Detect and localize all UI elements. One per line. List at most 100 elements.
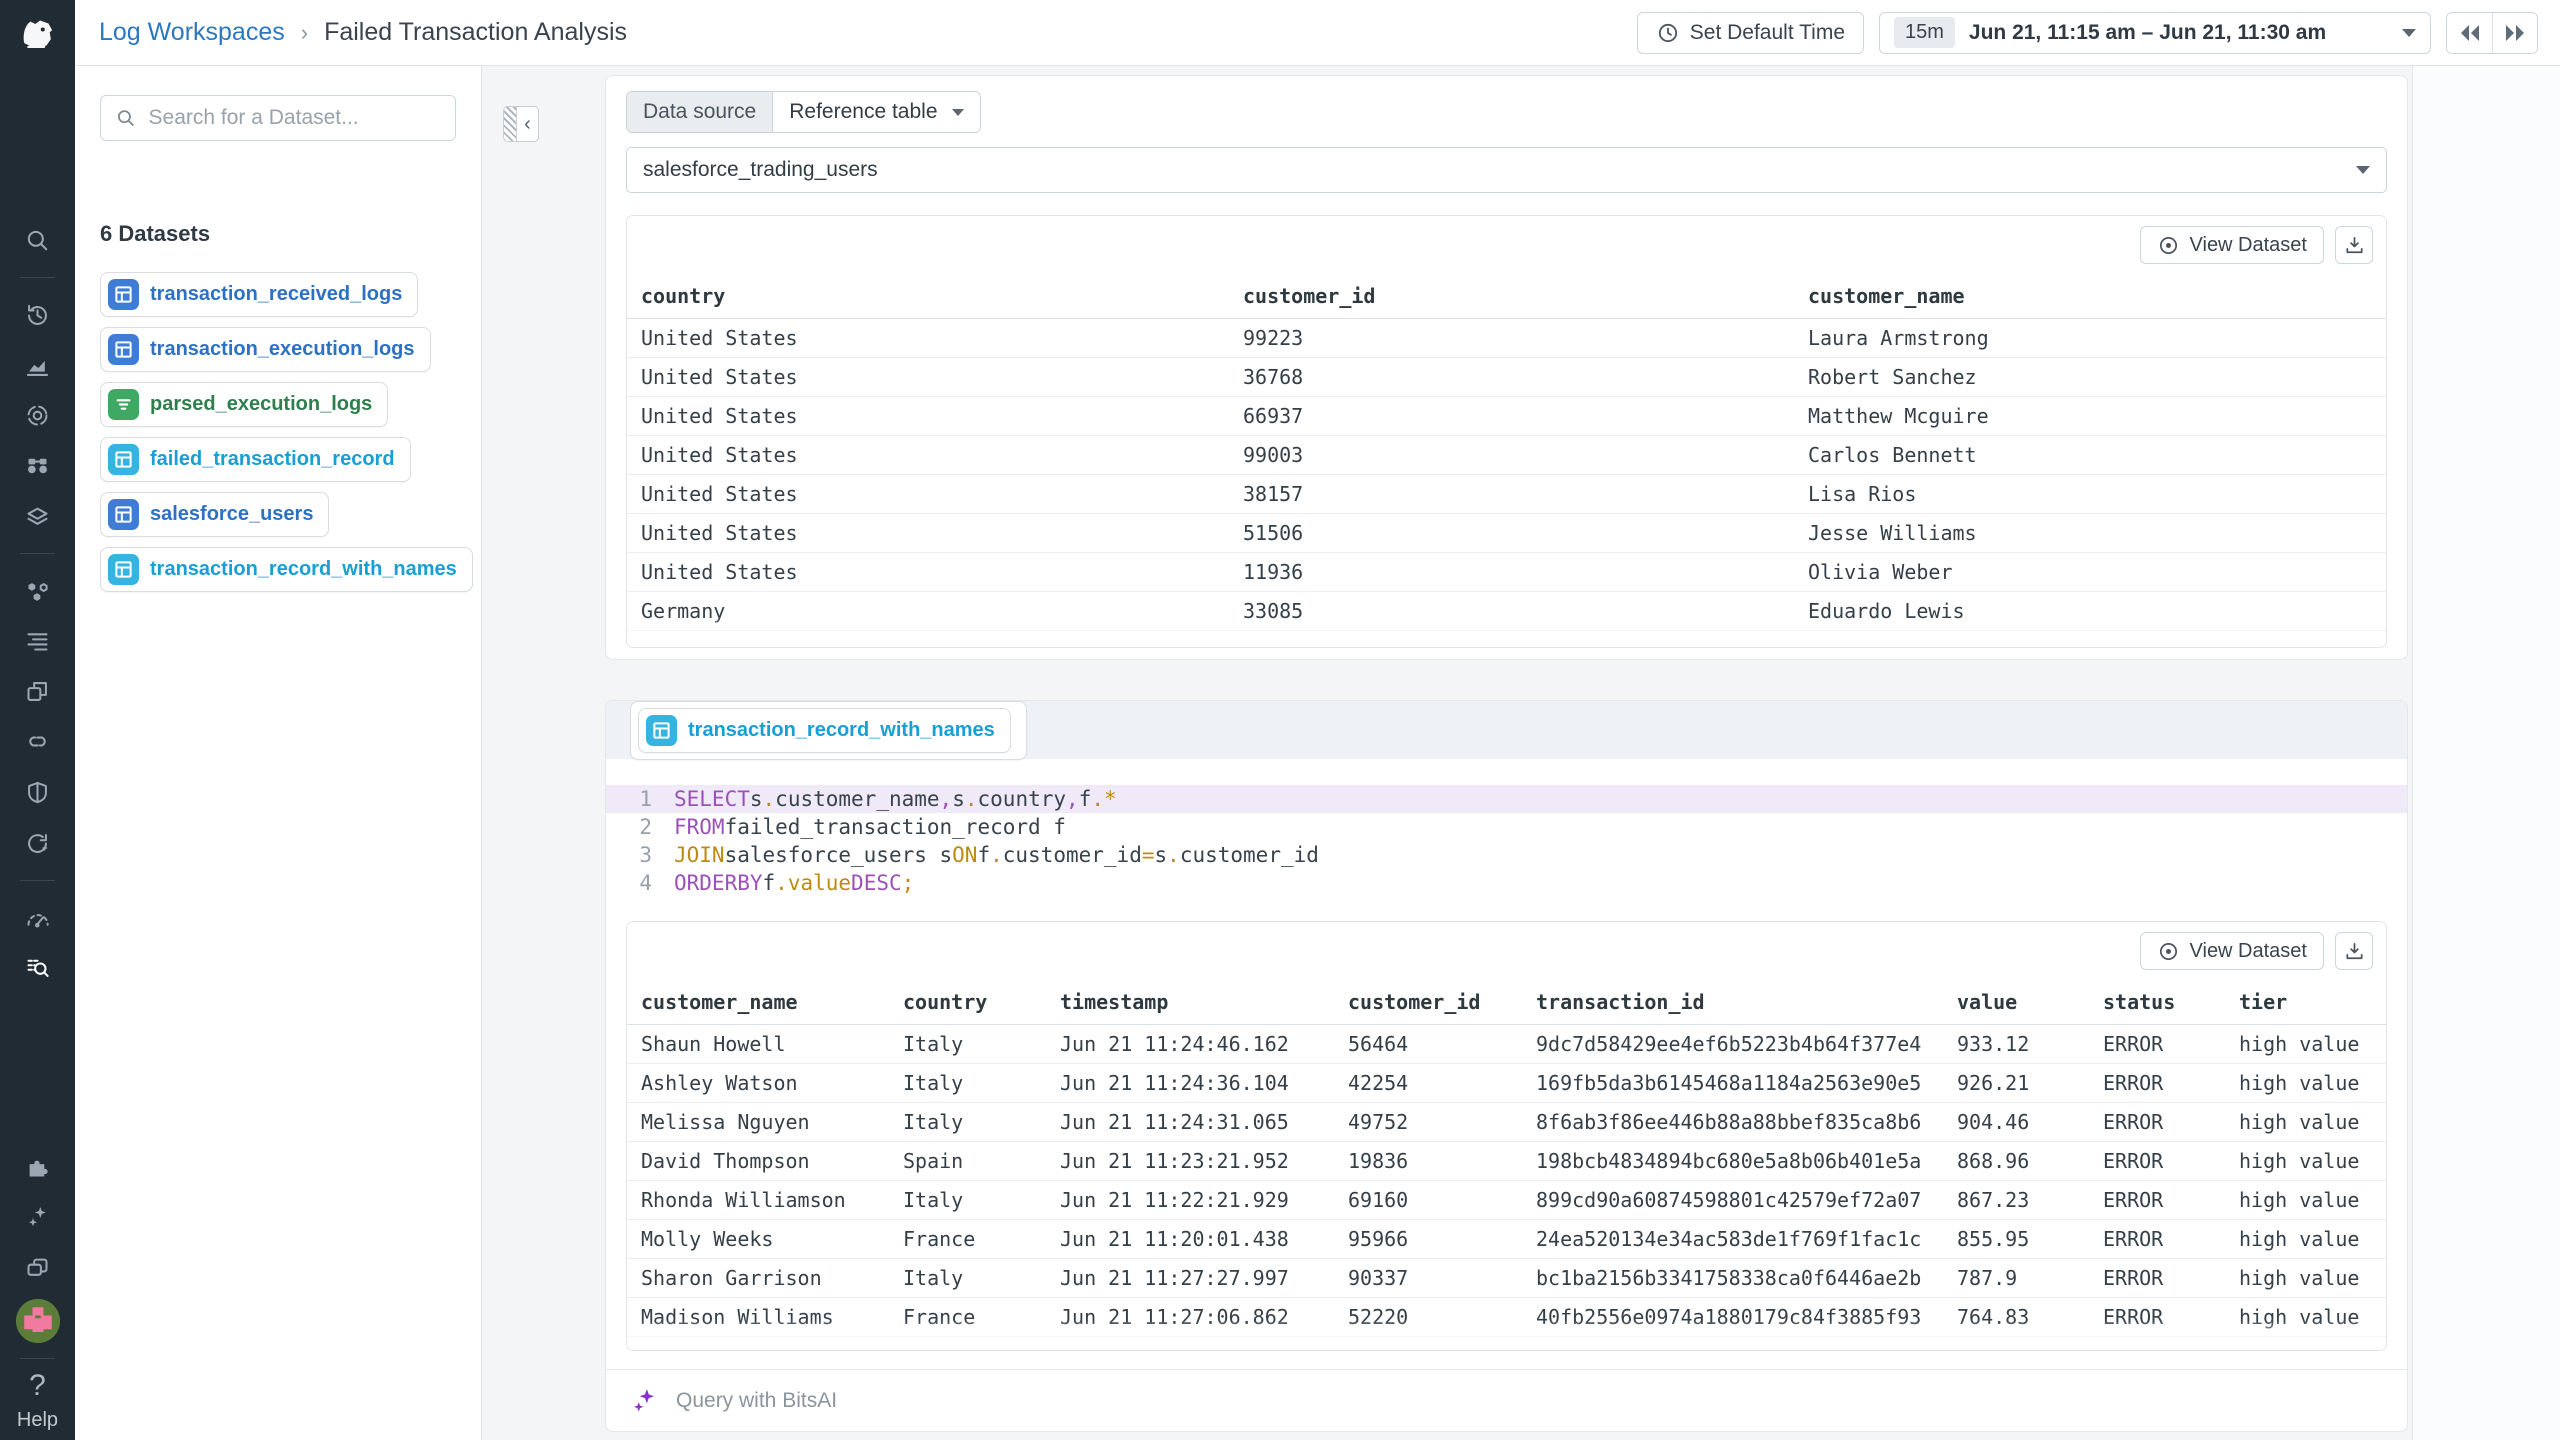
sidebar-item-integrations-link[interactable] (17, 721, 58, 762)
sql-editor[interactable]: 1SELECT s.customer_name, s.country, f.*2… (606, 759, 2407, 915)
view-dataset-button[interactable]: View Dataset (2140, 932, 2324, 970)
table-icon (114, 340, 133, 359)
datadog-logo[interactable] (0, 0, 75, 66)
download-button[interactable] (2335, 932, 2373, 970)
user-avatar[interactable] (16, 1299, 60, 1343)
column-header[interactable]: timestamp (1046, 980, 1334, 1024)
sidebar-item-apm[interactable] (17, 395, 58, 436)
collapse-panel-button[interactable]: ‹ (503, 106, 539, 142)
table-row[interactable]: United States38157Lisa Rios (627, 474, 2386, 513)
column-header[interactable]: customer_id (1334, 980, 1522, 1024)
table-cell: United States (627, 513, 1229, 552)
dataset-pill[interactable]: transaction_record_with_names (100, 547, 473, 592)
sidebar-item-layers[interactable] (17, 496, 58, 537)
table-cell: Jun 21 11:24:36.104 (1046, 1063, 1334, 1102)
table-row[interactable]: United States11936Olivia Weber (627, 552, 2386, 591)
sidebar-item-security[interactable] (17, 772, 58, 813)
column-header[interactable]: value (1943, 980, 2089, 1024)
column-header[interactable]: status (2089, 980, 2225, 1024)
sidebar-item-dashboards[interactable] (17, 671, 58, 712)
reference-table-select[interactable]: salesforce_trading_users (626, 147, 2387, 193)
sidebar-item-ai-assistant[interactable] (17, 1196, 58, 1237)
table-cell: 904.46 (1943, 1102, 2089, 1141)
gauge-icon (24, 905, 51, 932)
table-row[interactable]: David ThompsonSpainJun 21 11:23:21.95219… (627, 1141, 2386, 1180)
table-row[interactable]: Germany33085Eduardo Lewis (627, 591, 2386, 630)
dataset-tag[interactable]: transaction_record_with_names (630, 701, 1027, 760)
dataset-pill[interactable]: failed_transaction_record (100, 437, 411, 482)
time-forward-button[interactable] (2492, 13, 2537, 53)
log-lines-icon (24, 627, 51, 654)
table-row[interactable]: United States99003Carlos Bennett (627, 435, 2386, 474)
table-row[interactable]: United States99223Laura Armstrong (627, 318, 2386, 357)
filter-dataset-icon (108, 389, 139, 420)
sidebar-item-service-map[interactable] (17, 571, 58, 612)
dataset-search-input[interactable] (149, 106, 441, 130)
sidebar-item-copies[interactable] (17, 1247, 58, 1288)
table-dataset-icon (108, 279, 139, 310)
download-button[interactable] (2335, 226, 2373, 264)
sidebar-item-watchdog[interactable] (17, 445, 58, 486)
dataset-pill[interactable]: transaction_execution_logs (100, 327, 431, 372)
help-icon: ? (0, 1369, 75, 1403)
column-header[interactable]: country (889, 980, 1046, 1024)
filter-lines-icon (114, 395, 133, 414)
table-cell: 764.83 (1943, 1297, 2089, 1336)
sql-line[interactable]: 3JOIN salesforce_users s ON f.customer_i… (606, 841, 2407, 869)
sidebar-item-logs[interactable] (17, 620, 58, 661)
sidebar-item-log-workspaces[interactable] (17, 947, 58, 988)
sidebar-item-sync[interactable] (17, 823, 58, 864)
table-row[interactable]: Misty LoweSpainJun 21 11:19:29.915420655… (627, 1336, 2386, 1351)
table-row[interactable]: United States22586Donna Garcia (627, 630, 2386, 648)
time-back-button[interactable] (2447, 13, 2492, 53)
sql-line[interactable]: 4ORDER BY f.value DESC; (606, 869, 2407, 897)
sidebar-item-help[interactable]: ? Help (0, 1369, 75, 1432)
dataset-pill[interactable]: parsed_execution_logs (100, 382, 388, 427)
layers-icon (24, 503, 51, 530)
sql-line[interactable]: 1SELECT s.customer_name, s.country, f.* (606, 785, 2407, 813)
table-cell: Carlos Bennett (1794, 435, 2386, 474)
table-row[interactable]: United States51506Jesse Williams (627, 513, 2386, 552)
table-row[interactable]: Shaun HowellItalyJun 21 11:24:46.1625646… (627, 1024, 2386, 1063)
sql-line[interactable]: 2FROM failed_transaction_record f (606, 813, 2407, 841)
chevron-down-icon (2356, 166, 2370, 174)
table-row[interactable]: Melissa NguyenItalyJun 21 11:24:31.06549… (627, 1102, 2386, 1141)
column-header[interactable]: customer_id (1229, 274, 1794, 318)
dataset-pill[interactable]: transaction_record_with_names (638, 708, 1011, 753)
column-header[interactable]: customer_name (627, 980, 889, 1024)
time-range-picker[interactable]: 15m Jun 21, 11:15 am – Jun 21, 11:30 am (1879, 12, 2431, 54)
data-source-type-select[interactable]: Reference table (773, 92, 979, 132)
table-row[interactable]: Molly WeeksFranceJun 21 11:20:01.4389596… (627, 1219, 2386, 1258)
table-row[interactable]: United States36768Robert Sanchez (627, 357, 2386, 396)
table-cell: 38157 (1229, 474, 1794, 513)
column-header[interactable]: transaction_id (1522, 980, 1943, 1024)
table-cell: 42254 (1334, 1063, 1522, 1102)
sidebar-item-metrics[interactable] (17, 346, 58, 387)
dataset-search[interactable] (100, 95, 456, 141)
dataset-pill[interactable]: salesforce_users (100, 492, 329, 537)
table-row[interactable]: United States66937Matthew Mcguire (627, 396, 2386, 435)
view-dataset-button[interactable]: View Dataset (2140, 226, 2324, 264)
table-cell: 49752 (1334, 1102, 1522, 1141)
table-row[interactable]: Rhonda WilliamsonItalyJun 21 11:22:21.92… (627, 1180, 2386, 1219)
table-cell: Melissa Nguyen (627, 1102, 889, 1141)
bitsai-query-bar[interactable]: Query with BitsAI (606, 1369, 2407, 1431)
breadcrumb-log-workspaces[interactable]: Log Workspaces (99, 18, 285, 47)
column-header[interactable]: customer_name (1794, 274, 2386, 318)
table-cell: United States (627, 396, 1229, 435)
table-row[interactable]: Sharon GarrisonItalyJun 21 11:27:27.9979… (627, 1258, 2386, 1297)
sidebar-item-search[interactable] (17, 220, 58, 261)
sidebar-item-gauge[interactable] (17, 898, 58, 939)
set-default-time-button[interactable]: Set Default Time (1637, 12, 1864, 54)
table-cell: 759.56 (1943, 1336, 2089, 1351)
sidebar-item-integrations[interactable] (17, 1147, 58, 1188)
line-number: 3 (606, 843, 652, 867)
column-header[interactable]: tier (2225, 980, 2386, 1024)
dataset-pill[interactable]: transaction_received_logs (100, 272, 418, 317)
table-row[interactable]: Madison WilliamsFranceJun 21 11:27:06.86… (627, 1297, 2386, 1336)
column-header[interactable]: country (627, 274, 1229, 318)
table-cell: 40fb2556e0974a1880179c84f3885f93 (1522, 1297, 1943, 1336)
sidebar-item-history[interactable] (17, 295, 58, 336)
table-row[interactable]: Ashley WatsonItalyJun 21 11:24:36.104422… (627, 1063, 2386, 1102)
table-cell: United States (627, 630, 1229, 648)
